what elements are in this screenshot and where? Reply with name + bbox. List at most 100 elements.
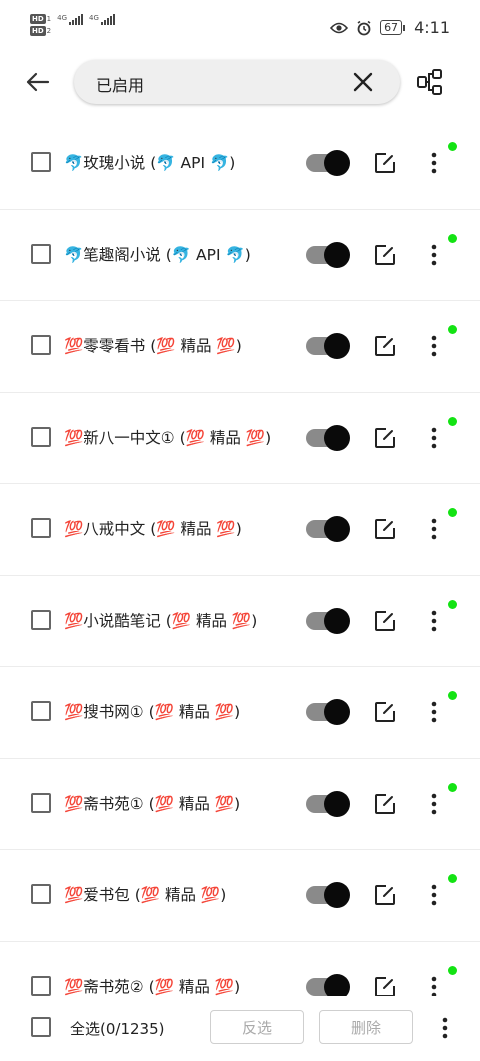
edit-icon[interactable]	[373, 334, 397, 358]
source-name: 💯八戒中文 (💯 精品 💯)	[64, 520, 242, 538]
edit-icon[interactable]	[373, 517, 397, 541]
source-checkbox[interactable]	[31, 792, 51, 813]
source-row[interactable]: 💯斋书苑① (💯 精品 💯)	[0, 759, 480, 850]
enable-switch[interactable]	[306, 241, 352, 269]
source-row[interactable]: 💯爱书包 (💯 精品 💯)	[0, 850, 480, 942]
source-row[interactable]: 💯小说酷笔记 (💯 精品 💯)	[0, 576, 480, 667]
source-checkbox[interactable]	[31, 975, 51, 996]
enabled-indicator-dot	[448, 325, 457, 334]
source-name: 💯零零看书 (💯 精品 💯)	[64, 337, 242, 355]
bottom-bar: 全选(0/1235) 反选 删除	[0, 996, 480, 1061]
top-bar: 已启用	[0, 56, 480, 108]
source-name: 💯斋书苑① (💯 精品 💯)	[64, 794, 241, 813]
source-checkbox[interactable]	[31, 518, 51, 538]
hd-badge: HD	[30, 14, 46, 24]
enabled-indicator-dot	[448, 965, 457, 975]
invert-selection-button[interactable]: 反选	[210, 1010, 304, 1044]
hd-badge: HD	[30, 26, 46, 36]
source-name: 💯斋书苑② (💯 精品 💯)	[64, 977, 241, 996]
switch-thumb	[324, 699, 350, 725]
switch-thumb	[324, 333, 350, 359]
edit-icon[interactable]	[373, 243, 397, 267]
more-vert-icon[interactable]	[426, 792, 442, 816]
switch-thumb	[324, 150, 350, 176]
source-row[interactable]: 💯八戒中文 (💯 精品 💯)	[0, 484, 480, 576]
source-row[interactable]: 🐬玫瑰小说 (🐬 API 🐬)	[0, 118, 480, 210]
more-vert-icon[interactable]	[426, 151, 442, 175]
edit-icon[interactable]	[373, 883, 397, 907]
switch-thumb	[324, 607, 350, 634]
clear-icon[interactable]	[352, 71, 374, 93]
edit-icon[interactable]	[373, 426, 397, 450]
search-input[interactable]: 已启用	[74, 60, 400, 104]
source-row[interactable]: 💯新八一中文① (💯 精品 💯)	[0, 393, 480, 484]
enabled-indicator-dot	[448, 233, 457, 243]
source-checkbox[interactable]	[31, 609, 51, 630]
alarm-icon	[357, 20, 371, 35]
more-vert-icon[interactable]	[426, 883, 442, 907]
enable-switch[interactable]	[306, 424, 352, 452]
group-tree-icon[interactable]	[416, 68, 444, 96]
switch-thumb	[324, 882, 350, 908]
more-vert-icon[interactable]	[426, 609, 442, 633]
battery-icon: 67	[380, 20, 406, 35]
more-vert-icon[interactable]	[426, 517, 442, 541]
enable-switch[interactable]	[306, 881, 352, 909]
switch-thumb	[324, 790, 350, 817]
source-checkbox[interactable]	[31, 243, 51, 264]
source-list: 🐬玫瑰小说 (🐬 API 🐬) 🐬笔趣阁小说 (🐬 API 🐬) 💯零零看书 (…	[0, 118, 480, 1033]
status-bar: HD 1 HD 2 4G 4G 67 4:11	[0, 0, 480, 52]
enabled-indicator-dot	[448, 782, 457, 792]
source-checkbox[interactable]	[31, 884, 51, 904]
source-checkbox[interactable]	[31, 426, 51, 447]
back-arrow-icon[interactable]	[22, 66, 54, 98]
enabled-indicator-dot	[448, 142, 457, 151]
enable-switch[interactable]	[306, 607, 352, 635]
more-vert-icon[interactable]	[426, 975, 442, 999]
enable-switch[interactable]	[306, 790, 352, 818]
more-vert-icon[interactable]	[426, 700, 442, 724]
source-checkbox[interactable]	[31, 701, 51, 721]
source-row[interactable]: 💯搜书网① (💯 精品 💯)	[0, 667, 480, 759]
source-checkbox[interactable]	[31, 152, 51, 172]
more-vert-icon[interactable]	[426, 243, 442, 267]
source-row[interactable]: 💯零零看书 (💯 精品 💯)	[0, 301, 480, 393]
source-checkbox[interactable]	[31, 335, 51, 355]
signal-icon: 4G	[57, 14, 84, 25]
search-query: 已启用	[96, 76, 145, 95]
edit-icon[interactable]	[373, 151, 397, 175]
edit-icon[interactable]	[373, 975, 397, 999]
source-name: 💯新八一中文① (💯 精品 💯)	[64, 428, 272, 447]
edit-icon[interactable]	[373, 792, 397, 816]
select-all-checkbox[interactable]	[31, 1017, 51, 1037]
more-vert-icon[interactable]	[437, 1016, 453, 1040]
enabled-indicator-dot	[448, 599, 457, 609]
signal-icon: 4G	[89, 14, 115, 25]
enable-switch[interactable]	[306, 149, 352, 177]
enabled-indicator-dot	[448, 416, 457, 426]
clock-time: 4:11	[414, 18, 450, 37]
enable-switch[interactable]	[306, 332, 352, 360]
eye-icon	[330, 22, 349, 33]
edit-icon[interactable]	[373, 700, 397, 724]
switch-thumb	[324, 241, 350, 268]
source-name: 🐬笔趣阁小说 (🐬 API 🐬)	[64, 245, 251, 264]
edit-icon[interactable]	[373, 609, 397, 633]
enabled-indicator-dot	[448, 874, 457, 883]
switch-thumb	[324, 516, 350, 542]
source-name: 💯小说酷笔记 (💯 精品 💯)	[64, 611, 258, 630]
switch-thumb	[324, 424, 350, 451]
source-name: 💯爱书包 (💯 精品 💯)	[64, 886, 227, 904]
source-row[interactable]: 🐬笔趣阁小说 (🐬 API 🐬)	[0, 210, 480, 301]
enabled-indicator-dot	[448, 691, 457, 700]
enable-switch[interactable]	[306, 698, 352, 726]
enable-switch[interactable]	[306, 515, 352, 543]
select-all-label[interactable]: 全选(0/1235)	[70, 1018, 164, 1039]
enabled-indicator-dot	[448, 508, 457, 517]
status-right: 67 4:11	[330, 18, 450, 37]
more-vert-icon[interactable]	[426, 426, 442, 450]
source-name: 🐬玫瑰小说 (🐬 API 🐬)	[64, 154, 236, 172]
delete-button[interactable]: 删除	[319, 1010, 413, 1044]
status-left: HD 1 HD 2 4G 4G	[30, 14, 115, 36]
more-vert-icon[interactable]	[426, 334, 442, 358]
